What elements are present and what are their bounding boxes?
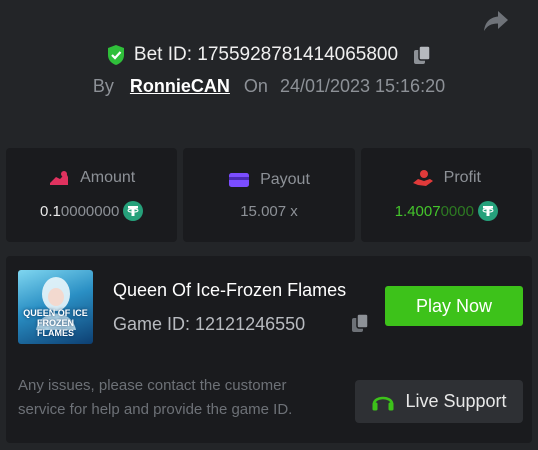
amount-value-trailing: 0000000 (60, 202, 120, 220)
bet-header: Bet ID: 1755928781414065800 By RonnieCAN… (0, 44, 538, 97)
stats-row: Amount 0.10000000 Payout 15.007 x Profit (6, 148, 532, 242)
payout-value: 15.007 x (240, 202, 298, 220)
payout-box: Payout 15.007 x (183, 148, 355, 242)
on-label: On (243, 76, 268, 96)
game-title: Queen Of Ice-Frozen Flames (113, 280, 347, 300)
usdt-icon (477, 201, 498, 221)
by-label: By (92, 76, 114, 96)
profit-box: Profit 1.40070000 (360, 148, 532, 242)
play-now-button[interactable]: Play Now (385, 286, 523, 326)
game-id: Game ID: 12121246550 (113, 314, 306, 334)
live-support-button[interactable]: Live Support (355, 380, 523, 423)
amount-box: Amount 0.10000000 (6, 148, 178, 242)
payout-label: Payout (260, 170, 310, 188)
copy-icon[interactable] (350, 312, 370, 334)
live-support-label: Live Support (405, 391, 507, 411)
shield-check-icon (107, 45, 124, 65)
help-text: Any issues, please contact the customer … (18, 377, 293, 418)
username-link[interactable]: RonnieCAN (130, 76, 230, 97)
profit-icon (412, 170, 433, 186)
profit-value: 1.4007 (394, 202, 441, 220)
amount-value: 0.1 (40, 202, 61, 220)
bet-id-text: Bet ID: 1755928781414065800 (133, 44, 399, 65)
profit-label: Profit (443, 169, 481, 186)
game-thumbnail-label: QUEEN OF ICE FROZEN FLAMES (23, 308, 88, 338)
amount-icon (50, 171, 69, 185)
game-card: QUEEN OF ICE FROZEN FLAMES Queen Of Ice-… (6, 256, 532, 443)
author-row: By RonnieCAN On 24/01/2023 15:16:20 (0, 76, 538, 97)
game-thumbnail[interactable]: QUEEN OF ICE FROZEN FLAMES (18, 270, 93, 344)
copy-icon[interactable] (412, 44, 432, 66)
amount-label: Amount (80, 169, 136, 186)
share-icon[interactable] (482, 8, 510, 34)
payout-icon (229, 172, 250, 187)
bet-datetime: 24/01/2023 15:16:20 (279, 76, 446, 96)
headset-icon (372, 396, 394, 410)
bet-id-row: Bet ID: 1755928781414065800 (0, 44, 538, 66)
profit-value-trailing: 0000 (440, 202, 474, 220)
usdt-icon (123, 201, 144, 221)
